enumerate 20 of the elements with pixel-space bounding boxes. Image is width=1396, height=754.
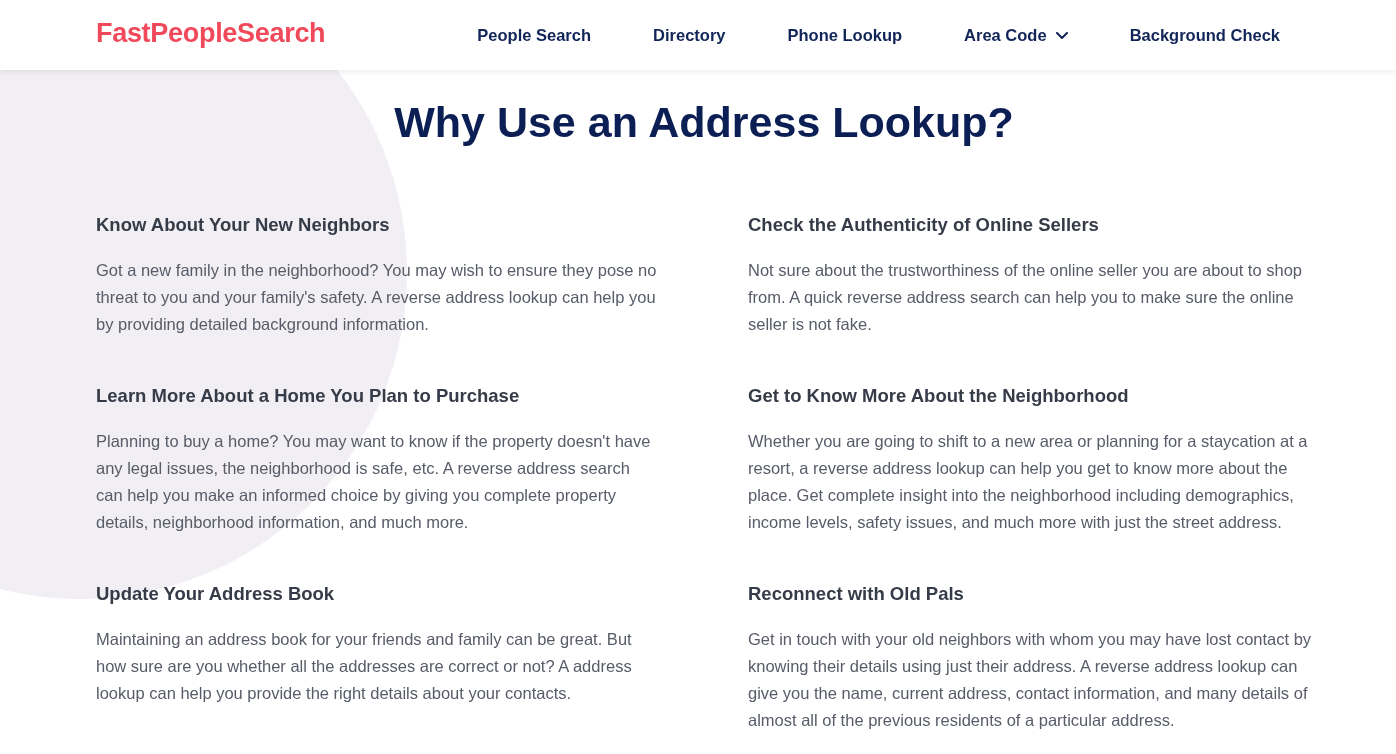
section-heading: Update Your Address Book (96, 582, 335, 606)
nav-dropdown[interactable]: Area Code (964, 25, 1068, 45)
section-text: Get in touch with your old neighbors with whom you may have lost contact by knowing their details using just their address. A reverse address lookup can give you the name, current address, contact information, and many details of almost all of the previous residents of a particular address. (748, 629, 1312, 731)
nav-link[interactable]: People Search (477, 25, 592, 45)
nav-link[interactable]: Directory (653, 25, 726, 45)
section-heading: Get to Know More About the Neighborhood (748, 384, 1129, 408)
chevron-down-icon (1055, 31, 1068, 39)
page-title: Why Use an Address Lookup? (393, 97, 1015, 148)
section-heading: Learn More About a Home You Plan to Purchase (96, 384, 520, 408)
section-heading: Know About Your New Neighbors (96, 213, 390, 237)
section-text: Whether you are going to shift to a new area or planning for a staycation at a resort, a reverse address lookup can help you get to know more about the place. Get complete insight into the neighborhood including demographics, income levels, safety issues, and much more with just the street address. (748, 431, 1309, 533)
nav-link[interactable]: Phone Lookup (787, 25, 903, 45)
nav-link[interactable]: Background Check (1129, 25, 1280, 45)
section-text: Not sure about the trustworthiness of the online seller you are about to shop from. A quick reverse address search can help you to make sure the online seller is not fake. (748, 260, 1303, 335)
site-logo[interactable]: FastPeopleSearch (96, 17, 326, 49)
section-heading: Reconnect with Old Pals (748, 582, 964, 606)
section-text: Planning to buy a home? You may want to know if the property doesn't have any legal issues, the neighborhood is safe, etc. A reverse address search can help you make an informed choice by giving you complete property details, neighborhood information, and much more. (96, 431, 652, 533)
section-heading: Check the Authenticity of Online Sellers (748, 213, 1099, 237)
section-text: Got a new family in the neighborhood? You may wish to ensure they pose no threat to you and your family's safety. A reverse address lookup can help you by providing detailed background information. (96, 260, 658, 335)
section-text: Maintaining an address book for your friends and family can be great. But how sure are you whether all the addresses are correct or not? A address lookup can help you provide the right details about your contacts. (96, 629, 633, 704)
